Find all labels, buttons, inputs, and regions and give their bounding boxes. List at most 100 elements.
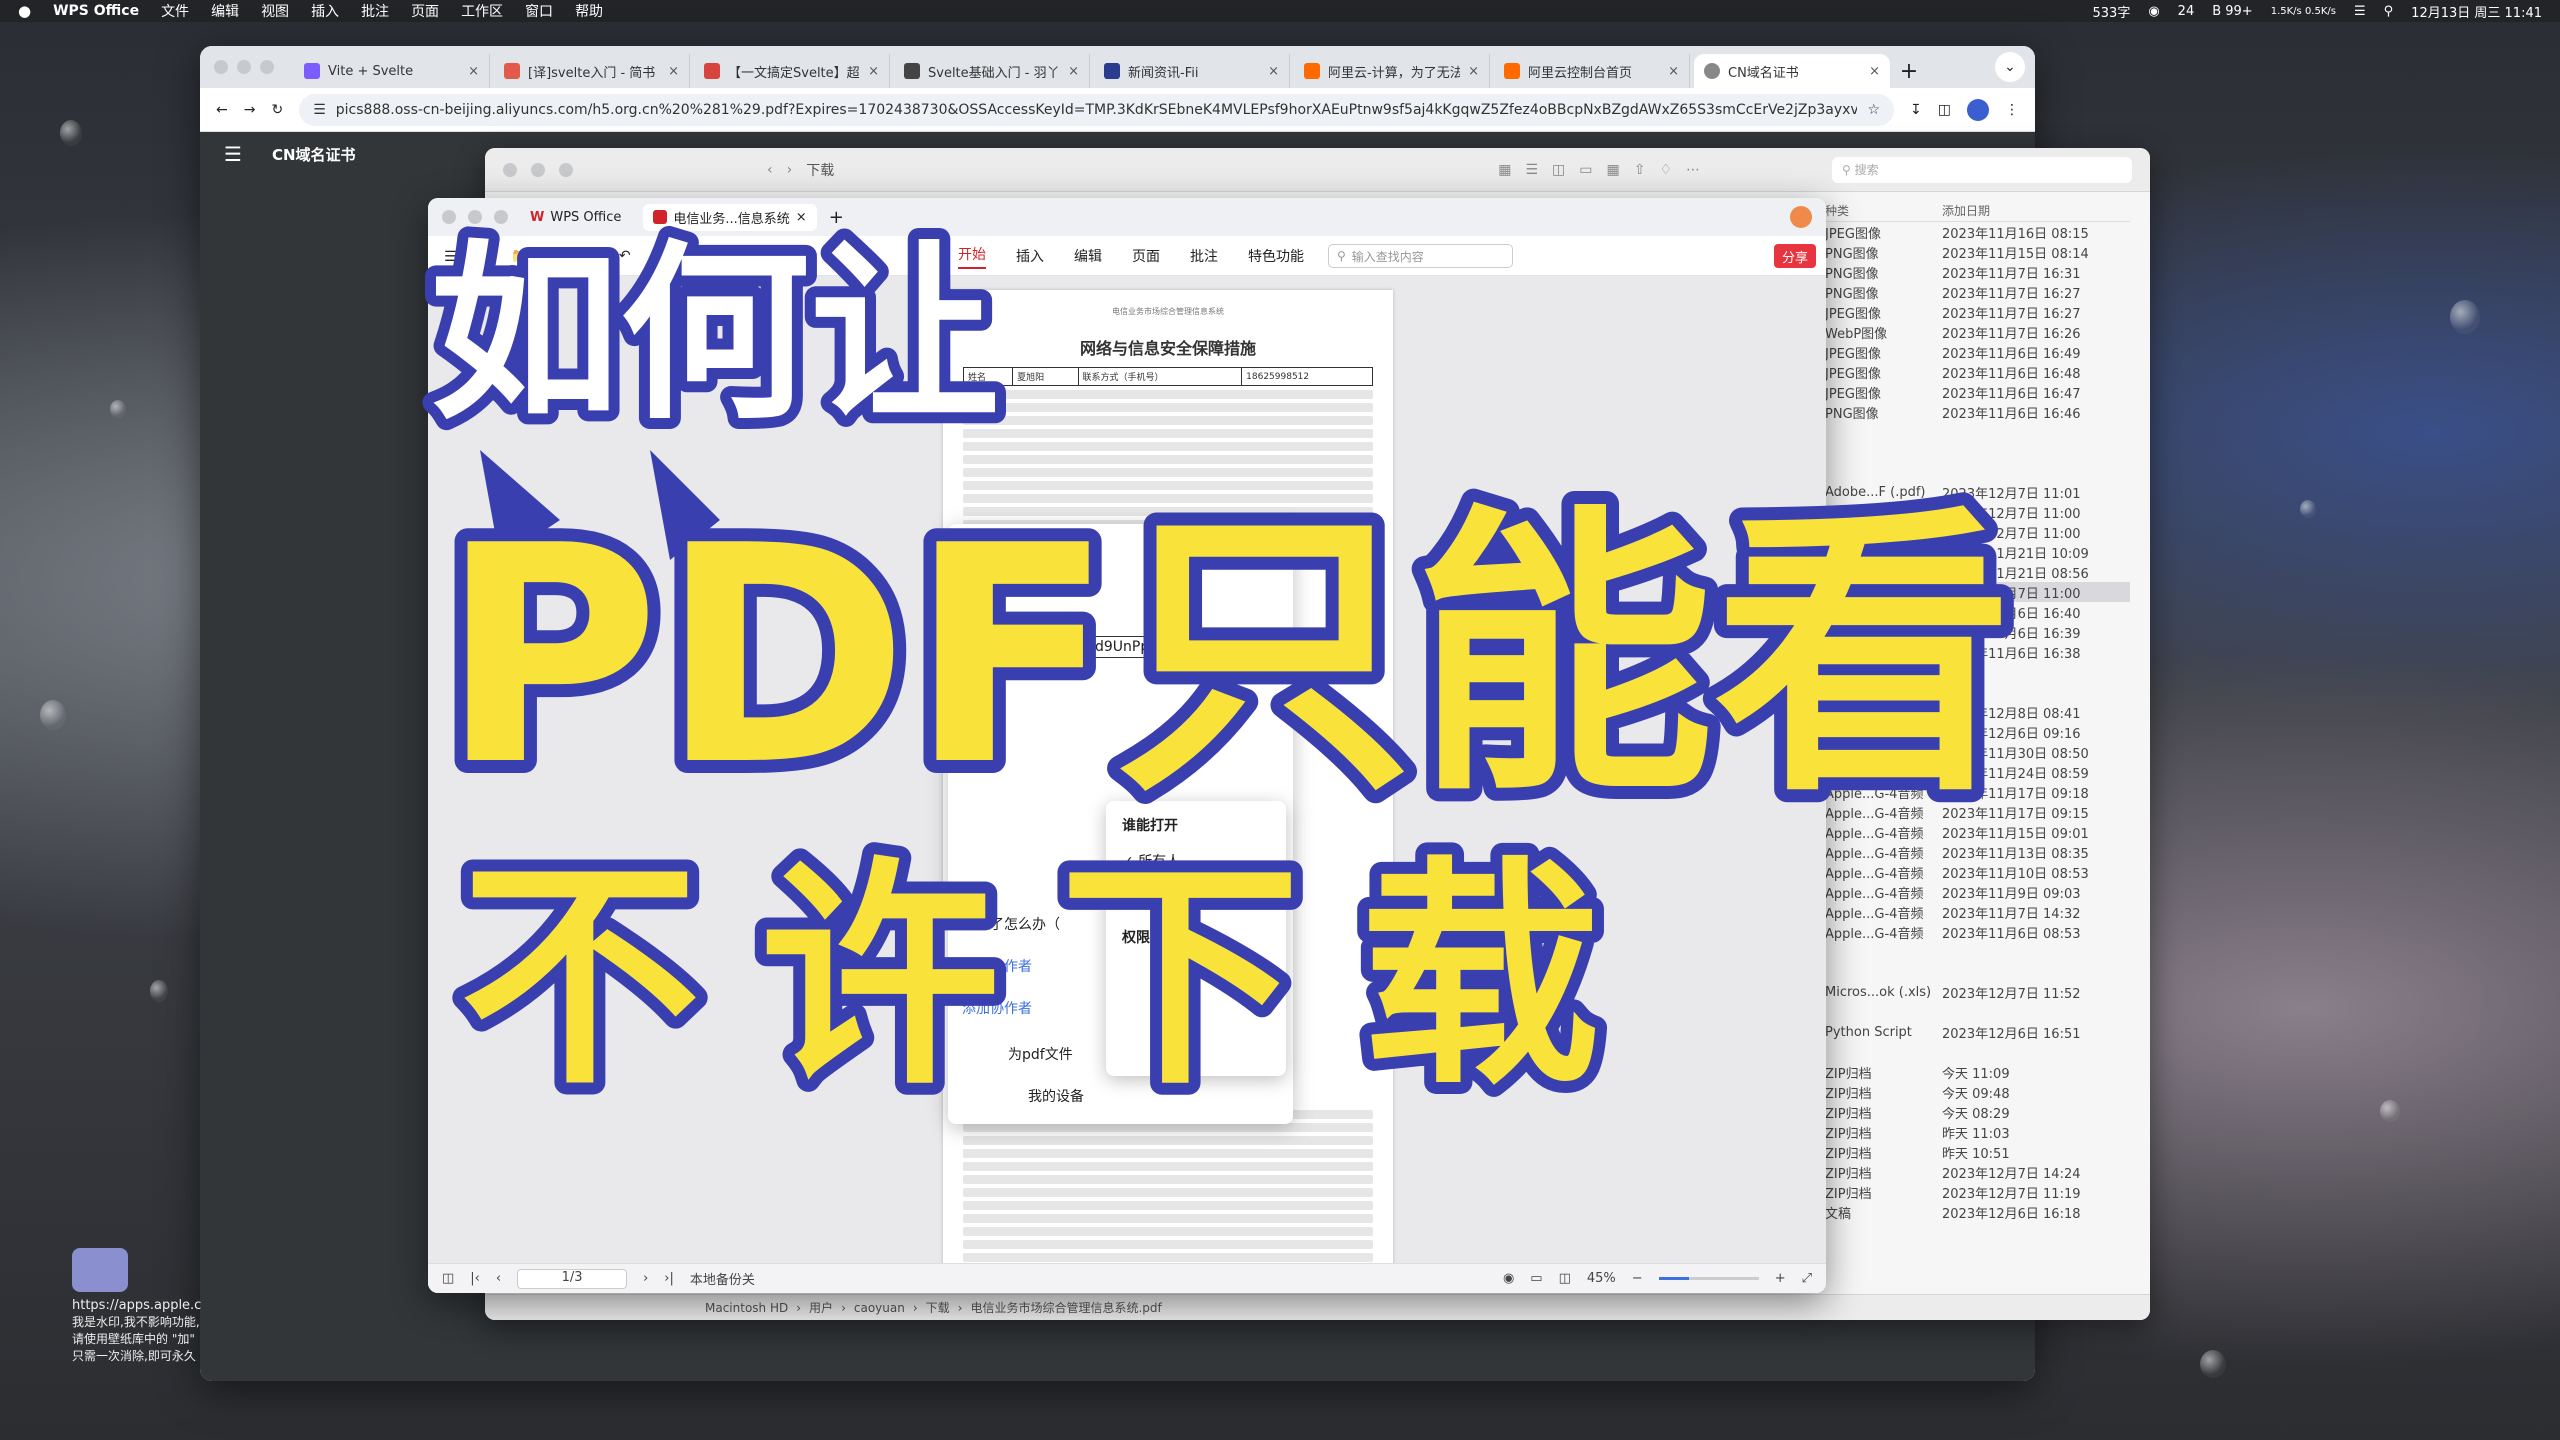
tab-comment[interactable]: 批注 — [1190, 246, 1218, 266]
tab-edit[interactable]: 编辑 — [1074, 246, 1102, 266]
list-view-icon[interactable]: ☰ — [1525, 162, 1538, 178]
prev-page-icon[interactable]: ‹ — [496, 1271, 501, 1286]
tab-features[interactable]: 特色功能 — [1248, 246, 1304, 266]
finder-row[interactable] — [1825, 462, 2130, 482]
file-menu[interactable]: ☰ 文件 — [444, 246, 489, 266]
finder-row[interactable]: Adobe...F (.pdf) 2023年11月6日 16:38 — [1825, 642, 2130, 662]
finder-row[interactable]: Apple...G-4音频 2023年11月24日 08:59 — [1825, 762, 2130, 782]
close-icon[interactable]: × — [1468, 64, 1479, 79]
undo-icon[interactable]: ↶ — [619, 248, 631, 264]
finder-row[interactable] — [1825, 942, 2130, 962]
finder-row[interactable]: ZIP归档 昨天 11:03 — [1825, 1122, 2130, 1142]
finder-row[interactable]: Apple...G-4音频 2023年11月30日 08:50 — [1825, 742, 2130, 762]
site-info-icon[interactable]: ☰ — [313, 102, 326, 118]
tag-icon[interactable]: ♢ — [1659, 162, 1672, 178]
finder-row[interactable]: ZIP归档 2023年12月7日 14:24 — [1825, 1162, 2130, 1182]
add-collaborator-link[interactable]: 添加协作者 — [962, 998, 1032, 1018]
menubar-file[interactable]: 文件 — [161, 1, 189, 21]
print-icon[interactable]: ⎙ — [586, 248, 597, 264]
column-view-icon[interactable]: ◫ — [1552, 162, 1565, 178]
finder-row[interactable]: Adobe...F (.pdf) 2023年11月21日 08:56 — [1825, 562, 2130, 582]
finder-row[interactable]: Apple...G-4音频 2023年11月13日 08:35 — [1825, 842, 2130, 862]
wifi-icon[interactable]: ☰ — [2354, 4, 2366, 19]
close-icon[interactable]: × — [1268, 64, 1279, 79]
finder-row[interactable]: PNG图像 2023年11月6日 16:46 — [1825, 402, 2130, 422]
browser-tab[interactable]: 【一文搞定Svelte】超详细× — [694, 54, 890, 88]
finder-row[interactable] — [1825, 962, 2130, 982]
user-avatar[interactable] — [1790, 206, 1812, 228]
hamburger-menu-icon[interactable]: ☰ — [224, 142, 242, 166]
access-code[interactable]: owd9UnPp8 — [1068, 636, 1166, 658]
tab-home[interactable]: 开始 — [958, 244, 986, 269]
manage-collaborators-link[interactable]: 管理协作者 — [962, 956, 1032, 976]
new-tab-button[interactable]: + — [829, 207, 844, 228]
browser-tab[interactable]: [译]svelte入门 - 简书 × — [494, 54, 690, 88]
zoom-out-icon[interactable]: − — [1632, 1271, 1643, 1286]
finder-row[interactable]: Apple...G-4音频 2023年11月6日 08:53 — [1825, 922, 2130, 942]
save-icon[interactable]: □ — [550, 248, 563, 264]
back-icon[interactable]: ‹ — [767, 162, 773, 178]
wechat-count[interactable]: 24 — [2178, 4, 2195, 19]
menubar-window[interactable]: 窗口 — [525, 1, 553, 21]
menubar-workspace[interactable]: 工作区 — [461, 1, 503, 21]
zoom-window-button[interactable] — [260, 60, 274, 74]
zoom-in-icon[interactable]: + — [1775, 1271, 1786, 1286]
icon-view-icon[interactable]: ▦ — [1498, 162, 1511, 178]
finder-row[interactable] — [1825, 442, 2130, 462]
forward-icon[interactable]: → — [244, 102, 256, 118]
browser-tab[interactable]: Vite + Svelte × — [294, 54, 490, 88]
minimize-window-button[interactable] — [468, 210, 482, 224]
close-icon[interactable]: × — [1668, 64, 1679, 79]
zoom-slider[interactable] — [1658, 1277, 1759, 1280]
eye-icon[interactable]: ◉ — [1503, 1271, 1514, 1286]
sidepanel-icon[interactable]: ◫ — [1938, 102, 1951, 118]
finder-row[interactable]: JPEG图像 2023年11月7日 16:27 — [1825, 302, 2130, 322]
finder-row[interactable] — [1825, 1042, 2130, 1062]
finder-row[interactable] — [1825, 1002, 2130, 1022]
last-page-icon[interactable]: ›| — [664, 1271, 674, 1286]
tab-page[interactable]: 页面 — [1132, 246, 1160, 266]
search-icon[interactable]: ⚲ — [2384, 4, 2394, 19]
finder-row[interactable]: Apple...G-4音频 2023年11月10日 08:53 — [1825, 862, 2130, 882]
column-kind[interactable]: 种类 — [1825, 202, 1942, 219]
option-specified[interactable]: 指定人 — [1142, 885, 1184, 905]
finder-row[interactable]: Apple...G-4音频 2023年11月15日 09:01 — [1825, 822, 2130, 842]
redo-icon[interactable]: ↷ — [653, 248, 665, 264]
path-segment[interactable]: caoyuan — [854, 1301, 905, 1315]
b-badge[interactable]: B 99+ — [2212, 4, 2253, 19]
double-page-icon[interactable]: ◫ — [1559, 1271, 1571, 1286]
profile-avatar[interactable] — [1967, 98, 1989, 121]
close-icon[interactable]: × — [1068, 64, 1079, 79]
close-window-button[interactable] — [214, 60, 228, 74]
browser-tab[interactable]: Svelte基础入门 - 羽丫头 × — [894, 54, 1090, 88]
address-bar[interactable]: ☰ pics888.oss-cn-beijing.aliyuncs.com/h5… — [299, 93, 1895, 126]
open-icon[interactable]: 📁 — [511, 248, 528, 264]
browser-tab[interactable]: 新闻资讯-Fii × — [1094, 54, 1290, 88]
reload-icon[interactable]: ↻ — [271, 102, 283, 118]
my-device-option[interactable]: 我的设备 — [1028, 1086, 1084, 1106]
menubar-app-name[interactable]: WPS Office — [53, 3, 139, 19]
page-number-input[interactable]: 1/3 — [517, 1268, 628, 1289]
save-as-pdf-option[interactable]: 为pdf文件 — [1008, 1044, 1073, 1064]
bookmark-star-icon[interactable]: ☆ — [1867, 102, 1880, 118]
finder-row[interactable]: Apple...G-4音频 2023年11月7日 14:32 — [1825, 902, 2130, 922]
finder-row[interactable]: PNG图像 2023年11月15日 08:14 — [1825, 242, 2130, 262]
share-button[interactable]: 分享 — [1773, 244, 1816, 268]
finder-row[interactable]: PNG图像 2023年11月7日 16:27 — [1825, 282, 2130, 302]
close-icon[interactable]: × — [668, 64, 679, 79]
close-icon[interactable]: × — [868, 64, 879, 79]
action-icon[interactable]: ⋯ — [1686, 162, 1700, 178]
path-segment[interactable]: 电信业务市场综合管理信息系统.pdf — [970, 1299, 1161, 1316]
close-window-button[interactable] — [503, 162, 517, 177]
wps-document-tab[interactable]: 电信业务...信息系统 × — [643, 203, 817, 231]
find-input[interactable]: ⚲ 输入查找内容 — [1328, 244, 1513, 268]
finder-row[interactable]: Apple...G-4音频 2023年11月17日 09:18 — [1825, 782, 2130, 802]
finder-row[interactable]: JPEG图像 2023年11月6日 16:48 — [1825, 362, 2130, 382]
finder-row[interactable]: Apple...G-4音频 2023年12月8日 08:41 — [1825, 702, 2130, 722]
first-page-icon[interactable]: |‹ — [470, 1271, 480, 1286]
next-page-icon[interactable]: › — [643, 1271, 648, 1286]
finder-row[interactable]: Apple...G-4音频 2023年12月6日 09:16 — [1825, 722, 2130, 742]
sidebar-toggle-icon[interactable]: ◫ — [442, 1271, 454, 1286]
zoom-level[interactable]: 45% — [1587, 1271, 1616, 1286]
apple-logo-icon[interactable]: ● — [18, 2, 31, 20]
